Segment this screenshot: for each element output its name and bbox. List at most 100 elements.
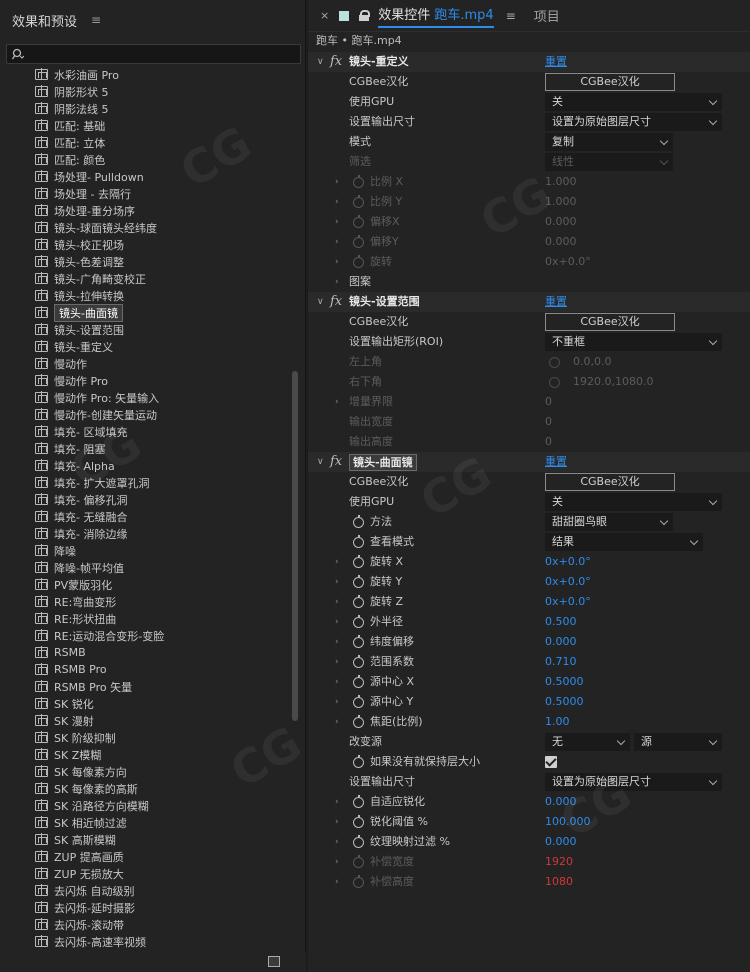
effect-list-item[interactable]: 镜头-校正视场 xyxy=(0,236,288,253)
stopwatch-icon[interactable] xyxy=(353,575,364,588)
twirl-right-icon[interactable]: › xyxy=(335,652,339,672)
effect-list-item[interactable]: SK 每像素方向 xyxy=(0,763,288,780)
property-dropdown[interactable]: 关 xyxy=(545,93,722,111)
effect-list-item[interactable]: RE:运动混合变形-变脸 xyxy=(0,627,288,644)
effect-list-item[interactable]: 填充- 扩大遮罩孔洞 xyxy=(0,474,288,491)
effect-list-item[interactable]: 慢动作-创建矢量运动 xyxy=(0,406,288,423)
stopwatch-icon[interactable] xyxy=(353,695,364,708)
stopwatch-icon[interactable] xyxy=(353,175,364,188)
twirl-down-icon[interactable]: ∨ xyxy=(317,452,324,472)
effect-list-item[interactable]: RSMB Pro xyxy=(0,661,288,678)
twirl-right-icon[interactable]: › xyxy=(335,832,339,852)
reset-link[interactable]: 重置 xyxy=(545,292,567,312)
effect-list-item[interactable]: 水彩油画 Pro xyxy=(0,66,288,83)
new-bin-icon[interactable] xyxy=(268,956,280,967)
effect-list-item[interactable]: RE:弯曲变形 xyxy=(0,593,288,610)
twirl-right-icon[interactable]: › xyxy=(335,852,339,872)
effect-list-item[interactable]: ZUP 提高画质 xyxy=(0,848,288,865)
stopwatch-icon[interactable] xyxy=(353,555,364,568)
layer-dropdown[interactable]: 源 xyxy=(634,733,722,751)
effect-list-item[interactable]: 场处理-重分场序 xyxy=(0,202,288,219)
stopwatch-icon[interactable] xyxy=(353,595,364,608)
effect-list-item[interactable]: 匹配: 基础 xyxy=(0,117,288,134)
effect-list-item[interactable]: SK Z模糊 xyxy=(0,746,288,763)
effect-list-item[interactable]: 去闪烁-高速率视频 xyxy=(0,933,288,950)
tab-project[interactable]: 项目 xyxy=(534,6,560,25)
twirl-right-icon[interactable]: › xyxy=(335,232,339,252)
property-value[interactable]: 0.000 xyxy=(545,632,577,652)
effect-header[interactable]: ∨ fx 镜头-重定义 重置 xyxy=(308,52,750,72)
effect-list-item[interactable]: SK 阶级抑制 xyxy=(0,729,288,746)
stopwatch-icon[interactable] xyxy=(353,795,364,808)
property-value[interactable]: 0x+0.0° xyxy=(545,592,591,612)
effect-list-item[interactable]: SK 每像素的高斯 xyxy=(0,780,288,797)
effect-list-item[interactable]: 填充- Alpha xyxy=(0,457,288,474)
stopwatch-icon[interactable] xyxy=(353,255,364,268)
property-dropdown[interactable]: 设置为原始图层尺寸 xyxy=(545,773,722,791)
effect-list-item[interactable]: 慢动作 xyxy=(0,355,288,372)
effect-list-item[interactable]: SK 沿路径方向模糊 xyxy=(0,797,288,814)
property-dropdown[interactable]: 复制 xyxy=(545,133,673,151)
property-value[interactable]: 0x+0.0° xyxy=(545,572,591,592)
effect-list-item[interactable]: SK 高斯模糊 xyxy=(0,831,288,848)
twirl-right-icon[interactable]: › xyxy=(335,192,339,212)
fx-toggle-icon[interactable]: fx xyxy=(330,452,342,472)
property-checkbox[interactable] xyxy=(545,756,557,768)
twirl-right-icon[interactable]: › xyxy=(335,812,339,832)
twirl-right-icon[interactable]: › xyxy=(335,572,339,592)
cgbee-button[interactable]: CGBee汉化 xyxy=(545,473,675,491)
stopwatch-icon[interactable] xyxy=(353,515,364,528)
effect-list-item[interactable]: 场处理 - 去隔行 xyxy=(0,185,288,202)
effect-list-item[interactable]: 去闪烁 自动级别 xyxy=(0,882,288,899)
stopwatch-icon[interactable] xyxy=(353,855,364,868)
effect-list-item[interactable]: SK 漫射 xyxy=(0,712,288,729)
twirl-right-icon[interactable]: › xyxy=(335,632,339,652)
tab-menu-icon[interactable]: ≡ xyxy=(506,9,516,23)
effect-list-item[interactable]: 填充- 阻塞 xyxy=(0,440,288,457)
property-value[interactable]: 0.500 xyxy=(545,612,577,632)
stopwatch-icon[interactable] xyxy=(353,535,364,548)
source-dropdown[interactable]: 无 xyxy=(545,733,630,751)
twirl-right-icon[interactable]: › xyxy=(335,872,339,892)
lock-icon[interactable] xyxy=(359,10,371,21)
property-dropdown[interactable]: 不重框 xyxy=(545,333,722,351)
effect-list-item[interactable]: SK 锐化 xyxy=(0,695,288,712)
effect-list-item[interactable]: 匹配: 立体 xyxy=(0,134,288,151)
effect-list-item[interactable]: 场处理- Pulldown xyxy=(0,168,288,185)
effect-header[interactable]: ∨ fx 镜头-曲面镜 重置 xyxy=(308,452,750,472)
close-icon[interactable]: × xyxy=(320,9,329,22)
property-value[interactable]: 0.710 xyxy=(545,652,577,672)
stopwatch-icon[interactable] xyxy=(353,715,364,728)
effect-list-item[interactable]: 填充- 无缝融合 xyxy=(0,508,288,525)
crosshair-icon[interactable] xyxy=(549,357,560,368)
effect-list-item[interactable]: RE:形状扭曲 xyxy=(0,610,288,627)
effect-list-item[interactable]: 填充- 消除边缘 xyxy=(0,525,288,542)
effect-list-item[interactable]: 慢动作 Pro xyxy=(0,372,288,389)
stopwatch-icon[interactable] xyxy=(353,615,364,628)
twirl-right-icon[interactable]: › xyxy=(335,672,339,692)
twirl-down-icon[interactable]: ∨ xyxy=(317,52,324,72)
effect-list-item[interactable]: 匹配: 颜色 xyxy=(0,151,288,168)
effect-list-item[interactable]: 镜头-色差调整 xyxy=(0,253,288,270)
stopwatch-icon[interactable] xyxy=(353,755,364,768)
property-value[interactable]: 0x+0.0° xyxy=(545,552,591,572)
search-icon[interactable] xyxy=(12,48,24,60)
twirl-down-icon[interactable]: ∨ xyxy=(317,292,324,312)
twirl-right-icon[interactable]: › xyxy=(335,592,339,612)
effect-list-item[interactable]: RSMB Pro 矢量 xyxy=(0,678,288,695)
effect-list-item[interactable]: 去闪烁-延时摄影 xyxy=(0,899,288,916)
reset-link[interactable]: 重置 xyxy=(545,452,567,472)
twirl-right-icon[interactable]: › xyxy=(335,212,339,232)
effect-list-item[interactable]: 去闪烁-滚动带 xyxy=(0,916,288,933)
effect-list-item[interactable]: 填充- 偏移孔洞 xyxy=(0,491,288,508)
property-value[interactable]: 0.5000 xyxy=(545,672,584,692)
effect-list-item[interactable]: RSMB xyxy=(0,644,288,661)
twirl-right-icon[interactable]: › xyxy=(335,612,339,632)
twirl-right-icon[interactable]: › xyxy=(335,692,339,712)
stopwatch-icon[interactable] xyxy=(353,815,364,828)
twirl-right-icon[interactable]: › xyxy=(335,272,339,292)
stopwatch-icon[interactable] xyxy=(353,655,364,668)
twirl-right-icon[interactable]: › xyxy=(335,252,339,272)
effect-list-item[interactable]: SK 相近帧过滤 xyxy=(0,814,288,831)
effect-list-item[interactable]: 镜头-球面镜头经纬度 xyxy=(0,219,288,236)
